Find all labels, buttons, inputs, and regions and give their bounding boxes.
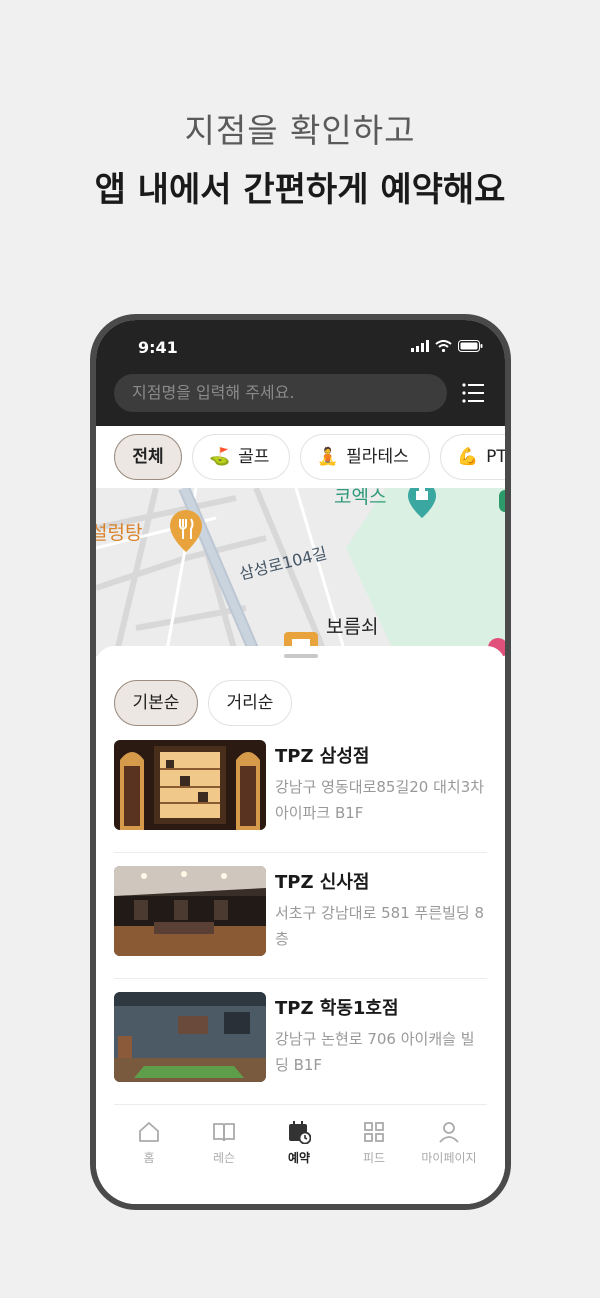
tab-mypage-label: 마이페이지 [421,1151,477,1165]
store-thumbnail [114,866,266,956]
restaurant-pin-icon[interactable] [170,510,202,552]
map-label-soup: 설렁탕 [96,522,143,544]
store-item-hakdong[interactable]: TPZ 학동1호점 강남구 논현로 706 아이캐슬 빌딩 B1F [114,992,487,1082]
chip-pt-label: PT [486,447,505,467]
store-address: 서초구 강남대로 581 푸른빌딩 8층 [275,904,485,948]
muscle-icon: 💪 [457,447,479,467]
user-icon [439,1122,459,1143]
status-time: 9:41 [138,338,178,357]
map-pin-green[interactable] [499,490,505,512]
bottom-tab-bar: 홈 레슨 예약 피드 마이페이지 [96,1110,505,1204]
pilates-icon: 🧘 [317,447,339,467]
headline-line-2: 앱 내에서 간편하게 예약해요 [94,170,506,210]
map-background [96,488,505,656]
grid-icon [364,1122,384,1142]
store-name: TPZ 삼성점 [275,746,370,767]
signal-icon [411,340,429,352]
golf-icon: ⛳ [209,447,231,467]
store-item-sinsa[interactable]: TPZ 신사점 서초구 강남대로 581 푸른빌딩 8층 [114,866,487,956]
tab-home-label: 홈 [143,1151,155,1165]
tab-lesson[interactable]: 레슨 [189,1120,259,1166]
chip-golf[interactable]: ⛳ 골프 [192,434,290,480]
sort-default-button[interactable]: 기본순 [114,680,198,726]
status-icons [411,340,483,352]
list-menu-icon[interactable] [462,382,484,404]
store-item-samseong[interactable]: TPZ 삼성점 강남구 영동대로85길20 대치3차 아이파크 B1F [114,740,487,830]
sheet-handle[interactable] [284,654,318,658]
sort-distance-button[interactable]: 거리순 [208,680,292,726]
tab-feed[interactable]: 피드 [339,1120,409,1166]
tab-feed-label: 피드 [362,1151,386,1165]
book-icon [213,1123,235,1142]
tab-reservation[interactable]: 예약 [264,1120,334,1166]
tab-mypage[interactable]: 마이페이지 [414,1120,484,1166]
chip-pilates[interactable]: 🧘 필라테스 [300,434,430,480]
store-thumbnail [114,740,266,830]
store-address: 강남구 논현로 706 아이캐슬 빌딩 B1F [275,1030,475,1074]
chip-pilates-label: 필라테스 [346,447,409,467]
landmark-pin-icon[interactable] [408,488,436,518]
calendar-clock-icon [289,1121,311,1144]
chip-golf-label: 골프 [238,447,270,467]
list-divider [114,1104,487,1105]
map-view[interactable]: 설렁탕 삼성로104길 코엑스 보름쇠 [96,488,505,656]
list-divider [114,852,487,853]
phone-screen: 9:41 지점명을 입력해 주세요. 전체 ⛳ 골프 🧘 필라테스 💪 PT 설… [96,320,505,1204]
tab-lesson-label: 레슨 [212,1151,236,1165]
tab-home[interactable]: 홈 [114,1120,184,1166]
battery-icon [458,340,483,352]
top-bar: 9:41 지점명을 입력해 주세요. [96,320,505,426]
map-label-place: 보름쇠 [326,616,379,638]
wifi-icon [435,340,452,352]
category-chips: 전체 ⛳ 골프 🧘 필라테스 💪 PT [96,426,505,488]
store-name: TPZ 학동1호점 [275,998,399,1019]
search-input[interactable]: 지점명을 입력해 주세요. [114,374,447,412]
store-name: TPZ 신사점 [275,872,370,893]
headline-line-1: 지점을 확인하고 [184,111,416,150]
map-label-coex: 코엑스 [334,488,387,508]
phone-frame: 9:41 지점명을 입력해 주세요. 전체 ⛳ 골프 🧘 필라테스 💪 PT 설… [90,314,511,1210]
list-divider [114,978,487,979]
chip-pt[interactable]: 💪 PT [440,434,505,480]
home-icon [139,1122,159,1142]
store-address: 강남구 영동대로85길20 대치3차 아이파크 B1F [275,778,485,822]
store-thumbnail [114,992,266,1082]
chip-all[interactable]: 전체 [114,434,182,480]
tab-reservation-label: 예약 [287,1151,311,1165]
chip-all-label: 전체 [132,447,164,467]
